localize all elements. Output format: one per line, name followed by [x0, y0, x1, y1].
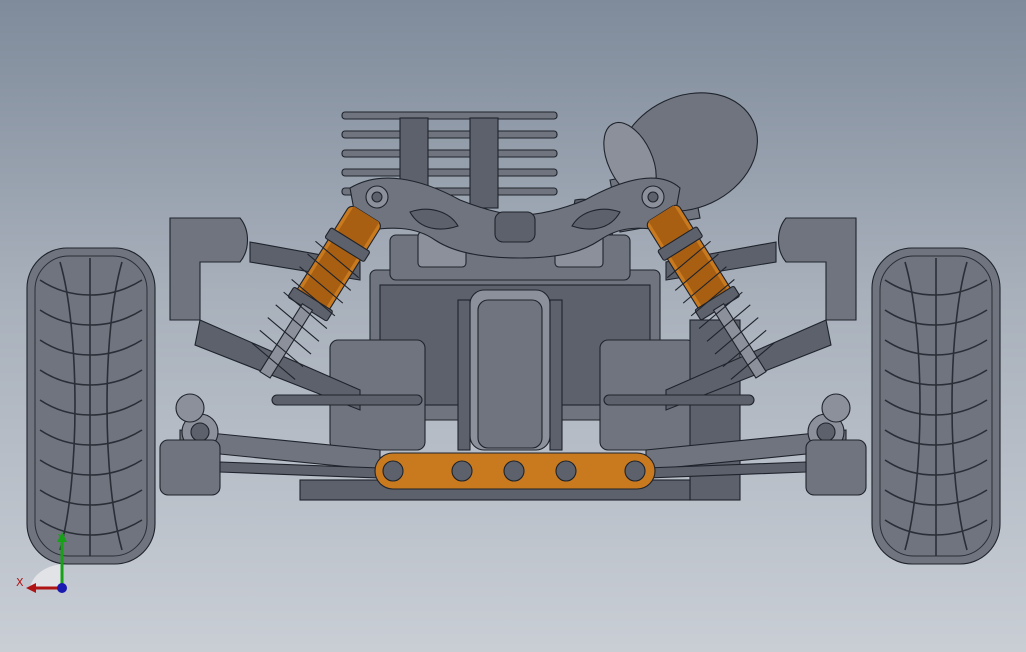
left-wheel	[26, 247, 156, 565]
z-axis-dot	[57, 583, 67, 593]
y-axis-label: Y	[57, 532, 65, 545]
rc-car-chassis-model[interactable]	[0, 0, 1026, 652]
graphics-viewport[interactable]: Y X	[0, 0, 1026, 652]
coordinate-triad: Y X	[16, 532, 67, 593]
orange-steering-bridge	[374, 452, 656, 490]
right-wheel	[871, 247, 1001, 565]
x-axis-label: X	[16, 576, 24, 589]
